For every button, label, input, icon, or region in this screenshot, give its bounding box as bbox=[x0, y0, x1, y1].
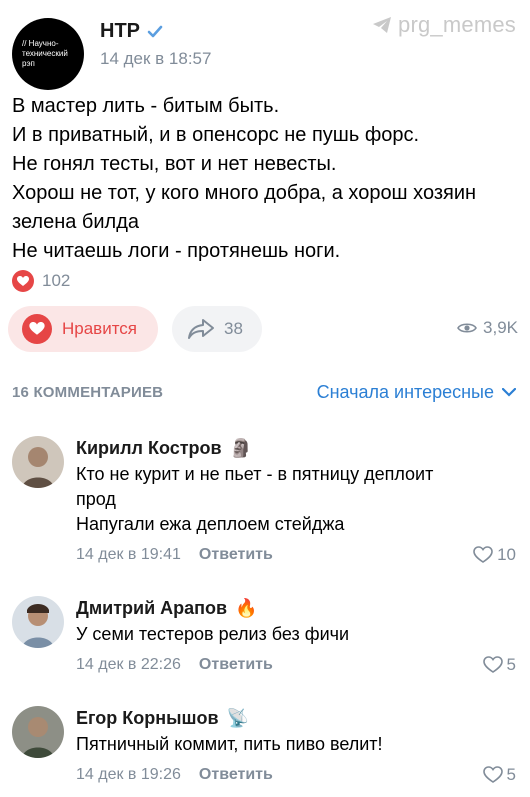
avatar[interactable] bbox=[12, 706, 64, 758]
comment-meta: 14 дек в 19:41 Ответить 10 bbox=[76, 545, 516, 565]
moai-icon: 🗿 bbox=[229, 438, 253, 458]
comment-like-button[interactable]: 5 bbox=[482, 655, 516, 675]
heart-reaction-icon bbox=[12, 270, 34, 292]
heart-icon bbox=[22, 314, 52, 344]
comment-meta: 14 дек в 19:26 Ответить 5 bbox=[76, 765, 516, 785]
post-meta: НТР 14 дек в 18:57 bbox=[100, 20, 211, 69]
verified-icon bbox=[147, 25, 163, 37]
share-icon bbox=[188, 319, 214, 339]
telegram-icon bbox=[373, 17, 392, 33]
author-row: НТР bbox=[100, 20, 211, 43]
share-button[interactable]: 38 bbox=[172, 306, 262, 352]
heart-outline-icon bbox=[473, 546, 493, 563]
post-header: // Научно- технический рэп НТР 14 дек в … bbox=[12, 18, 211, 90]
comment-line: Кто не курит и не пьет - в пятницу депло… bbox=[76, 464, 434, 484]
heart-outline-icon bbox=[482, 766, 503, 783]
satellite-antenna-icon: 📡 bbox=[226, 708, 249, 728]
chevron-down-icon bbox=[502, 388, 516, 397]
post-line: Не гонял тесты, вот и нет невесты. bbox=[12, 153, 337, 175]
comment-text: У семи тестеров релиз без фичи bbox=[76, 622, 516, 647]
comment-author[interactable]: Дмитрий Арапов 🔥 bbox=[76, 598, 516, 619]
post-date[interactable]: 14 дек в 18:57 bbox=[100, 49, 211, 69]
comment-content: Дмитрий Арапов 🔥 У семи тестеров релиз б… bbox=[76, 598, 516, 675]
channel-avatar[interactable]: // Научно- технический рэп bbox=[12, 18, 84, 90]
comment-line: Пятничный коммит, пить пиво велит! bbox=[76, 734, 383, 754]
reaction-count: 102 bbox=[42, 271, 71, 290]
views-count: 3,9K bbox=[483, 318, 518, 337]
eye-icon bbox=[457, 323, 477, 333]
comment-author-name: Егор Корнышов bbox=[76, 708, 219, 728]
channel-avatar-line-3: рэп bbox=[22, 59, 35, 68]
comment-author[interactable]: Егор Корнышов 📡 bbox=[76, 708, 516, 729]
sort-label: Сначала интересные bbox=[316, 382, 494, 402]
reply-button[interactable]: Ответить bbox=[199, 546, 273, 564]
comment-line: Напугали ежа деплоем стейджа bbox=[76, 514, 345, 534]
comment-content: Егор Корнышов 📡 Пятничный коммит, пить п… bbox=[76, 708, 516, 785]
avatar[interactable] bbox=[12, 436, 64, 488]
sort-dropdown[interactable]: Сначала интересные bbox=[317, 382, 516, 403]
reply-button[interactable]: Ответить bbox=[199, 656, 273, 674]
comment-line: У семи тестеров релиз без фичи bbox=[76, 624, 350, 644]
comment-date[interactable]: 14 дек в 22:26 bbox=[76, 656, 181, 674]
fire-icon: 🔥 bbox=[235, 598, 258, 618]
post-line: Хорош не тот, у кого много добра, а хоро… bbox=[12, 182, 477, 204]
share-count: 38 bbox=[224, 319, 243, 338]
comment-like-count: 10 bbox=[497, 545, 516, 564]
post-actions: Нравится 38 3,9K bbox=[8, 306, 518, 352]
post-line: И в приватный, и в опенсорс не пушь форс… bbox=[12, 124, 420, 146]
comment-author-name: Дмитрий Арапов bbox=[76, 598, 228, 618]
reactions-summary[interactable]: 102 bbox=[12, 270, 70, 292]
comment-like-button[interactable]: 10 bbox=[473, 545, 516, 565]
comments-header: 16 КОММЕНТАРИЕВ Сначала интересные bbox=[12, 382, 516, 403]
comment-like-button[interactable]: 5 bbox=[482, 765, 516, 785]
post-line: зелена билда bbox=[12, 211, 140, 233]
like-button[interactable]: Нравится bbox=[8, 306, 158, 352]
watermark-text: prg_memes bbox=[398, 12, 516, 37]
comment-meta: 14 дек в 22:26 Ответить 5 bbox=[76, 655, 516, 675]
views-counter: 3,9K bbox=[457, 318, 518, 338]
heart-outline-icon bbox=[482, 656, 503, 673]
post-line: В мастер лить - битым быть. bbox=[12, 95, 280, 117]
comment-author-name: Кирилл Костров bbox=[76, 438, 222, 458]
author-name[interactable]: НТР bbox=[100, 20, 140, 43]
channel-avatar-line-1: // Научно- bbox=[22, 39, 59, 48]
comment-text: Пятничный коммит, пить пиво велит! bbox=[76, 732, 516, 757]
post-text: В мастер лить - битым быть. И в приватны… bbox=[12, 92, 517, 266]
comment-date[interactable]: 14 дек в 19:26 bbox=[76, 766, 181, 784]
comment-content: Кирилл Костров 🗿 Кто не курит и не пьет … bbox=[76, 438, 516, 565]
post-line: Не читаешь логи - протянешь ноги. bbox=[12, 240, 341, 262]
comment-like-count: 5 bbox=[506, 765, 516, 784]
reply-button[interactable]: Ответить bbox=[199, 766, 273, 784]
like-label: Нравится bbox=[62, 319, 138, 338]
comment-date[interactable]: 14 дек в 19:41 bbox=[76, 546, 181, 564]
avatar[interactable] bbox=[12, 596, 64, 648]
comment-like-count: 5 bbox=[506, 655, 516, 674]
comments-count: 16 КОММЕНТАРИЕВ bbox=[12, 384, 164, 401]
channel-avatar-line-2: технический bbox=[22, 49, 68, 58]
comment-author[interactable]: Кирилл Костров 🗿 bbox=[76, 438, 516, 459]
comment-text: Кто не курит и не пьет - в пятницу депло… bbox=[76, 462, 516, 537]
comment-line: прод bbox=[76, 489, 116, 509]
watermark: prg_memes bbox=[372, 12, 516, 38]
